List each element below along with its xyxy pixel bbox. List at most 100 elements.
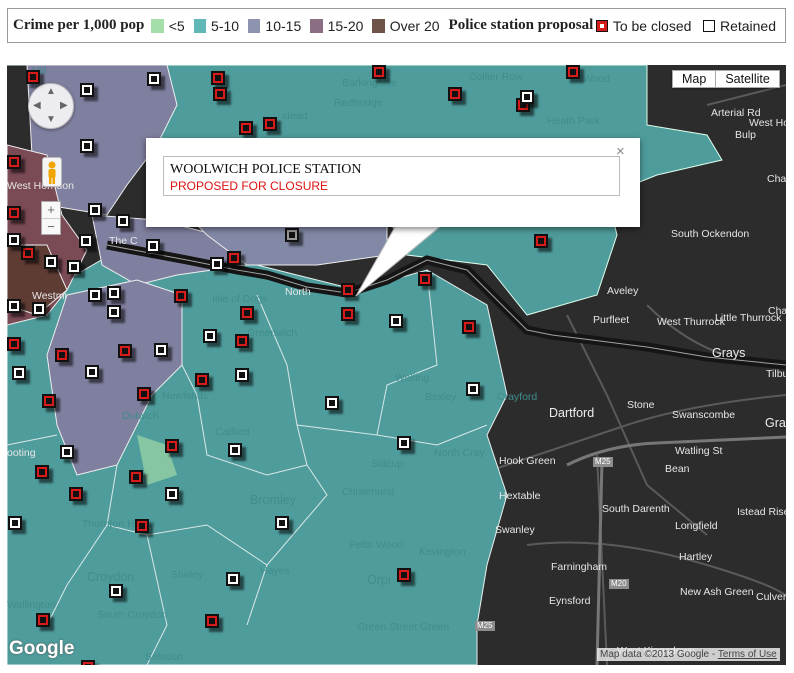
station-marker-to-be-closed[interactable] [55,348,69,362]
station-marker-to-be-closed[interactable] [418,272,432,286]
station-marker-to-be-closed[interactable] [235,334,249,348]
station-marker-to-be-closed[interactable] [205,614,219,628]
pan-right-icon[interactable]: ▶ [60,101,68,111]
station-marker-retained[interactable] [226,572,240,586]
station-marker-to-be-closed[interactable] [42,394,56,408]
place-label: Swanley [495,524,535,536]
station-marker-to-be-closed[interactable] [7,155,21,169]
station-marker-retained[interactable] [44,255,58,269]
station-marker-to-be-closed[interactable] [174,289,188,303]
station-marker-to-be-closed[interactable] [35,465,49,479]
station-marker-to-be-closed[interactable] [397,568,411,582]
station-marker-retained[interactable] [88,288,102,302]
station-marker-to-be-closed[interactable] [211,71,225,85]
station-marker-retained[interactable] [228,443,242,457]
station-marker-to-be-closed[interactable] [195,373,209,387]
place-label: Stone [627,399,655,411]
station-marker-retained[interactable] [154,343,168,357]
station-marker-to-be-closed[interactable] [566,65,580,79]
place-label: Dartford [549,406,595,420]
zoom-out-button[interactable]: − [42,219,60,235]
pan-control[interactable]: ▲ ◀ ▶ ▼ [28,83,74,129]
place-label: Hayes [260,565,290,577]
station-marker-retained[interactable] [146,239,160,253]
station-marker-to-be-closed[interactable] [26,70,40,84]
place-label: Selsdon [145,651,183,663]
station-marker-to-be-closed[interactable] [341,307,355,321]
station-marker-retained[interactable] [60,445,74,459]
place-label: Dulwich [122,410,159,422]
station-marker-to-be-closed[interactable] [213,87,227,101]
map-type-satellite-button[interactable]: Satellite [716,70,780,88]
station-marker-retained[interactable] [275,516,289,530]
station-marker-retained[interactable] [466,382,480,396]
station-marker-to-be-closed[interactable] [7,337,21,351]
station-marker-to-be-closed[interactable] [135,519,149,533]
pan-left-icon[interactable]: ◀ [33,101,41,111]
place-label: New Ash Green [680,586,754,598]
station-marker-retained[interactable] [165,487,179,501]
station-marker-retained[interactable] [32,302,46,316]
station-marker-to-be-closed[interactable] [129,470,143,484]
station-marker-to-be-closed[interactable] [7,206,21,220]
pan-down-icon[interactable]: ▼ [46,115,56,125]
station-marker-to-be-closed[interactable] [69,487,83,501]
place-label: Istead Rise [737,506,786,518]
place-label: Redbridge [334,97,383,109]
station-marker-retained[interactable] [7,299,21,313]
station-marker-to-be-closed[interactable] [372,65,386,79]
close-icon[interactable]: × [616,144,625,159]
station-marker-retained[interactable] [12,366,26,380]
station-marker-to-be-closed[interactable] [462,320,476,334]
station-marker-to-be-closed[interactable] [81,660,95,665]
google-logo[interactable]: Google [9,638,74,660]
place-label: North Cray [434,447,485,459]
station-marker-to-be-closed[interactable] [165,439,179,453]
station-marker-to-be-closed[interactable] [341,283,355,297]
station-marker-retained[interactable] [107,305,121,319]
station-marker-retained[interactable] [210,257,224,271]
station-marker-to-be-closed[interactable] [534,234,548,248]
station-marker-retained[interactable] [7,233,21,247]
station-marker-retained[interactable] [85,365,99,379]
place-label: Bulp [735,129,757,141]
station-marker-retained[interactable] [107,286,121,300]
station-marker-retained[interactable] [80,83,94,97]
zoom-in-button[interactable]: + [42,202,60,219]
place-label: Gra [765,416,786,430]
station-marker-retained[interactable] [285,228,299,242]
pan-up-icon[interactable]: ▲ [46,87,56,97]
station-marker-retained[interactable] [325,396,339,410]
street-view-pegman-icon[interactable] [42,157,62,187]
station-marker-to-be-closed[interactable] [137,387,151,401]
station-marker-retained[interactable] [520,90,534,104]
station-marker-to-be-closed[interactable] [240,306,254,320]
station-marker-to-be-closed[interactable] [263,117,277,131]
station-marker-to-be-closed[interactable] [118,344,132,358]
terms-of-use-link[interactable]: Terms of Use [718,649,777,660]
info-window: WOOLWICH POLICE STATION PROPOSED FOR CLO… [146,138,640,227]
station-marker-retained[interactable] [109,584,123,598]
station-marker-retained[interactable] [389,314,403,328]
station-marker-retained[interactable] [235,368,249,382]
place-label: Hook Green [499,455,556,467]
station-marker-retained[interactable] [116,214,130,228]
place-label: Petts Wood [349,539,404,551]
station-marker-retained[interactable] [147,72,161,86]
station-marker-to-be-closed[interactable] [36,613,50,627]
station-marker-retained[interactable] [67,260,81,274]
station-marker-retained[interactable] [8,516,22,530]
station-marker-retained[interactable] [79,234,93,248]
station-marker-to-be-closed[interactable] [239,121,253,135]
station-marker-retained[interactable] [203,329,217,343]
map-type-map-button[interactable]: Map [672,70,717,88]
legend-swatch-5-10 [193,18,207,33]
place-label: Chalk [767,173,786,185]
place-label: Purfleet [593,314,630,326]
station-marker-to-be-closed[interactable] [21,246,35,260]
station-marker-retained[interactable] [80,139,94,153]
station-marker-to-be-closed[interactable] [448,87,462,101]
station-marker-to-be-closed[interactable] [227,251,241,265]
station-marker-retained[interactable] [88,203,102,217]
station-marker-retained[interactable] [397,436,411,450]
